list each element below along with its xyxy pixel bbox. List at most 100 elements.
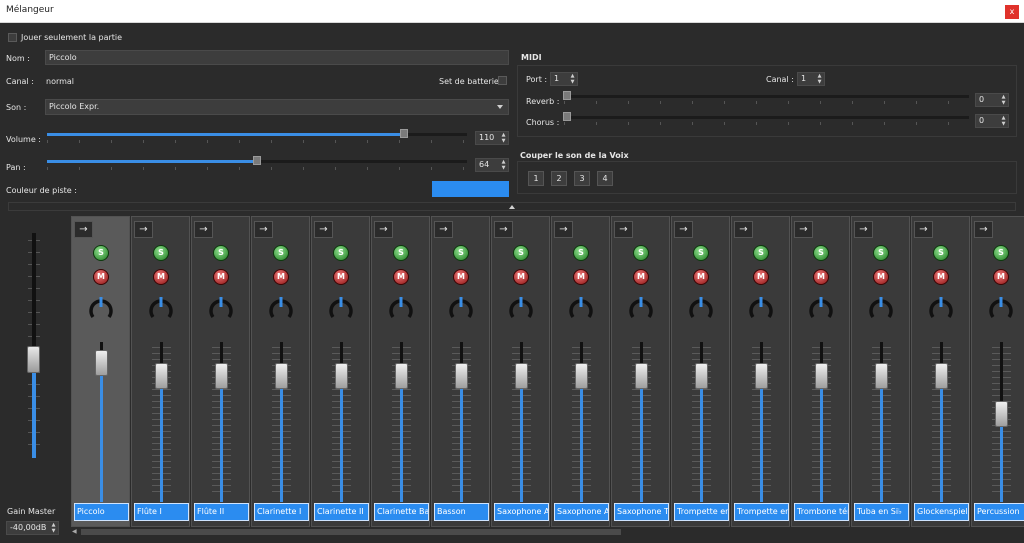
solo-button[interactable]: S (453, 245, 469, 261)
chorus-slider-handle[interactable] (563, 112, 571, 121)
play-only-part-checkbox[interactable] (8, 33, 17, 42)
pan-knob[interactable] (747, 295, 775, 323)
route-arrow-button[interactable]: → (974, 221, 993, 238)
route-arrow-button[interactable]: → (914, 221, 933, 238)
pan-knob[interactable] (387, 295, 415, 323)
route-arrow-button[interactable]: → (374, 221, 393, 238)
route-arrow-button[interactable]: → (134, 221, 153, 238)
mute-button[interactable]: M (93, 269, 109, 285)
mute-button[interactable]: M (633, 269, 649, 285)
route-arrow-button[interactable]: → (674, 221, 693, 238)
track-color-swatch[interactable] (432, 181, 509, 197)
fader-handle[interactable] (395, 363, 408, 389)
spin-down-icon[interactable]: ▼ (569, 80, 576, 85)
mute-button[interactable]: M (873, 269, 889, 285)
fader-handle[interactable] (695, 363, 708, 389)
spin-down-icon[interactable]: ▼ (1000, 122, 1007, 127)
spin-down-icon[interactable]: ▼ (816, 80, 823, 85)
route-arrow-button[interactable]: → (494, 221, 513, 238)
mute-voice-4-button[interactable]: 4 (597, 171, 613, 186)
strip-name[interactable]: Clarinette Bass (374, 503, 429, 521)
close-button[interactable]: x (1005, 5, 1019, 19)
mute-button[interactable]: M (813, 269, 829, 285)
mute-button[interactable]: M (333, 269, 349, 285)
strip-name[interactable]: Clarinette I (254, 503, 309, 521)
route-arrow-button[interactable]: → (434, 221, 453, 238)
reverb-slider-handle[interactable] (563, 91, 571, 100)
solo-button[interactable]: S (333, 245, 349, 261)
solo-button[interactable]: S (933, 245, 949, 261)
pan-knob[interactable] (807, 295, 835, 323)
strip-name[interactable]: Saxophone Alto (554, 503, 609, 521)
mute-button[interactable]: M (993, 269, 1009, 285)
solo-button[interactable]: S (693, 245, 709, 261)
solo-button[interactable]: S (213, 245, 229, 261)
volume-spinbox[interactable]: 110 ▲ ▼ (475, 131, 509, 145)
master-gain-spinbox[interactable]: -40,00dB ▲ ▼ (6, 521, 59, 535)
master-gain-handle[interactable] (27, 346, 40, 373)
mute-button[interactable]: M (453, 269, 469, 285)
midi-port-spinbox[interactable]: 1 ▲ ▼ (550, 72, 578, 86)
route-arrow-button[interactable]: → (794, 221, 813, 238)
pan-knob[interactable] (567, 295, 595, 323)
mute-voice-2-button[interactable]: 2 (551, 171, 567, 186)
chorus-slider[interactable] (564, 116, 969, 119)
strip-name[interactable]: Flûte II (194, 503, 249, 521)
route-arrow-button[interactable]: → (854, 221, 873, 238)
mute-voice-1-button[interactable]: 1 (528, 171, 544, 186)
solo-button[interactable]: S (93, 245, 109, 261)
volume-slider-handle[interactable] (400, 129, 408, 138)
solo-button[interactable]: S (573, 245, 589, 261)
mute-button[interactable]: M (513, 269, 529, 285)
spin-down-icon[interactable]: ▼ (500, 139, 507, 144)
strip-name[interactable]: Percussion (974, 503, 1024, 521)
pan-slider-handle[interactable] (253, 156, 261, 165)
strip-name[interactable]: Trompette en (674, 503, 729, 521)
pan-knob[interactable] (447, 295, 475, 323)
fader-handle[interactable] (155, 363, 168, 389)
pan-knob[interactable] (987, 295, 1015, 323)
spin-down-icon[interactable]: ▼ (1000, 101, 1007, 106)
midi-channel-spinbox[interactable]: 1 ▲ ▼ (797, 72, 825, 86)
route-arrow-button[interactable]: → (554, 221, 573, 238)
scrollbar-thumb[interactable] (81, 529, 621, 535)
mute-button[interactable]: M (573, 269, 589, 285)
solo-button[interactable]: S (753, 245, 769, 261)
mute-button[interactable]: M (393, 269, 409, 285)
fader-handle[interactable] (215, 363, 228, 389)
strip-name[interactable]: Saxophone Ténor (614, 503, 669, 521)
drumset-checkbox[interactable] (498, 76, 507, 85)
solo-button[interactable]: S (633, 245, 649, 261)
mute-button[interactable]: M (153, 269, 169, 285)
solo-button[interactable]: S (813, 245, 829, 261)
pan-knob[interactable] (627, 295, 655, 323)
route-arrow-button[interactable]: → (194, 221, 213, 238)
mute-button[interactable]: M (213, 269, 229, 285)
mute-button[interactable]: M (273, 269, 289, 285)
fader-handle[interactable] (575, 363, 588, 389)
route-arrow-button[interactable]: → (614, 221, 633, 238)
route-arrow-button[interactable]: → (734, 221, 753, 238)
mute-button[interactable]: M (753, 269, 769, 285)
reverb-spinbox[interactable]: 0 ▲ ▼ (975, 93, 1009, 107)
fader-handle[interactable] (635, 363, 648, 389)
pan-knob[interactable] (867, 295, 895, 323)
pan-knob[interactable] (327, 295, 355, 323)
spin-down-icon[interactable]: ▼ (50, 529, 57, 534)
pan-knob[interactable] (147, 295, 175, 323)
solo-button[interactable]: S (873, 245, 889, 261)
panel-splitter[interactable] (8, 202, 1016, 211)
strip-name[interactable]: Glockenspiel (914, 503, 969, 521)
route-arrow-button[interactable]: → (314, 221, 333, 238)
strip-name[interactable]: Basson (434, 503, 489, 521)
pan-knob[interactable] (507, 295, 535, 323)
strip-name[interactable]: Flûte I (134, 503, 189, 521)
pan-knob[interactable] (267, 295, 295, 323)
strip-name[interactable]: Tuba en Si♭ (854, 503, 909, 521)
solo-button[interactable]: S (513, 245, 529, 261)
strip-name[interactable]: Piccolo (74, 503, 129, 521)
strip-name[interactable]: Saxophone Alto (494, 503, 549, 521)
route-arrow-button[interactable]: → (254, 221, 273, 238)
spin-down-icon[interactable]: ▼ (500, 166, 507, 171)
mute-voice-3-button[interactable]: 3 (574, 171, 590, 186)
